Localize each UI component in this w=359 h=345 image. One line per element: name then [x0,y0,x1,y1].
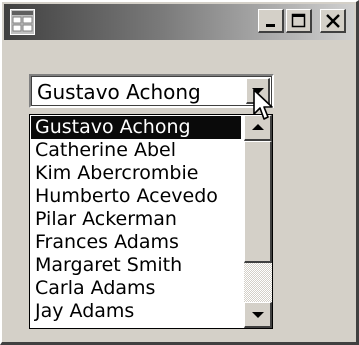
list-item[interactable]: Frances Adams [31,231,241,254]
mouse-pointer-icon [253,89,273,120]
minimize-button[interactable] [258,9,284,33]
dropdown-list[interactable]: Gustavo Achong Catherine Abel Kim Abercr… [29,114,273,329]
form-icon [10,9,35,35]
minimize-icon [265,23,275,27]
title-bar[interactable] [4,4,354,40]
combobox-value: Gustavo Achong [37,80,201,104]
dropdown-items: Gustavo Achong Catherine Abel Kim Abercr… [31,116,241,327]
name-combobox[interactable]: Gustavo Achong [29,74,274,108]
list-item[interactable]: Jay Adams [31,300,241,323]
list-item[interactable]: Gustavo Achong [31,116,241,139]
list-item[interactable]: Margaret Smith [31,254,241,277]
vertical-scrollbar[interactable] [244,115,272,328]
list-item[interactable]: Pilar Ackerman [31,208,241,231]
window: Gustavo Achong Gustavo Achong Catherine … [0,0,359,345]
list-item[interactable]: Humberto Acevedo [31,185,241,208]
maximize-button[interactable] [286,9,312,33]
close-button[interactable] [320,9,346,33]
scrollbar-thumb[interactable] [244,141,272,263]
list-item[interactable]: Kim Abercrombie [31,162,241,185]
scroll-down-button[interactable] [244,302,272,328]
list-item[interactable]: Carla Adams [31,277,241,300]
close-icon [325,13,340,28]
maximize-icon [291,13,305,27]
list-item[interactable]: Catherine Abel [31,139,241,162]
